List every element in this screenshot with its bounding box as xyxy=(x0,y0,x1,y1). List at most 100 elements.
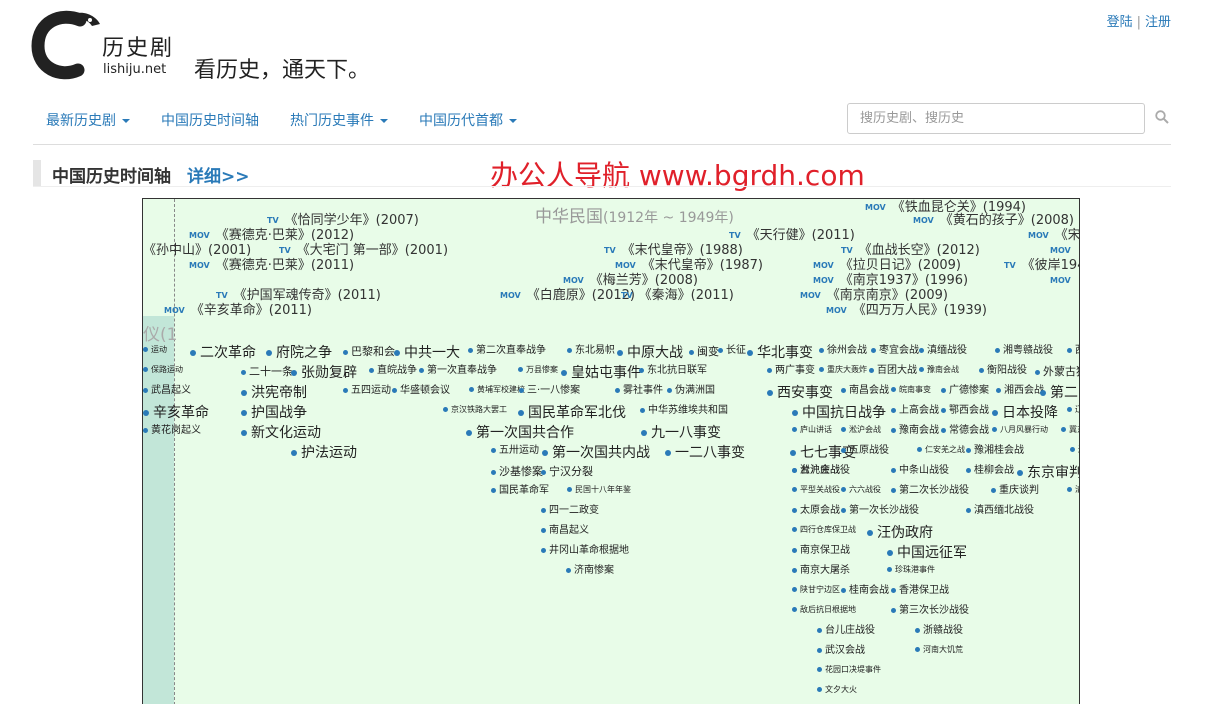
timeline-event[interactable]: 豫南会战 xyxy=(919,365,959,375)
drama-work-item[interactable]: MOV 《四万万人民》(1939) xyxy=(826,303,987,318)
drama-work-item[interactable]: MOV xyxy=(1050,243,1077,258)
search-input[interactable]: 搜历史剧、搜历史 xyxy=(847,103,1145,134)
timeline-event[interactable]: 武昌起义 xyxy=(143,385,191,397)
nav-item-hot-events[interactable]: 热门历史事件 xyxy=(290,110,388,130)
timeline-event[interactable]: 中共一大 xyxy=(394,345,460,361)
drama-work-item[interactable]: TV 《末代皇帝》(1988) xyxy=(604,243,743,258)
timeline-event[interactable]: 五四运动 xyxy=(343,385,391,397)
timeline-event[interactable]: 八月风暴行动 xyxy=(992,425,1048,435)
timeline-event[interactable]: 济南惨案 xyxy=(566,565,614,577)
timeline-event[interactable]: 第二次直奉战争 xyxy=(468,345,546,357)
drama-work-item[interactable]: TV 《秦海》(2011) xyxy=(621,288,734,303)
timeline-event[interactable]: 第一次直奉战争 xyxy=(419,365,497,377)
drama-work-item[interactable]: MOV 《拉贝日记》(2009) xyxy=(813,258,961,273)
timeline-event[interactable]: 花园口决堤事件 xyxy=(817,665,881,675)
timeline-event[interactable]: 桂柳会战 xyxy=(966,465,1014,477)
timeline-event[interactable]: 遍 xyxy=(1070,445,1079,455)
timeline-event[interactable]: 重庆大轰炸 xyxy=(819,365,867,375)
timeline-event[interactable]: 中国抗日战争 xyxy=(792,405,886,421)
timeline-event[interactable]: 河南大饥荒 xyxy=(915,645,963,655)
timeline-event[interactable]: 万县惨案 xyxy=(518,365,558,375)
timeline-event[interactable]: 东北抗日联军 xyxy=(639,365,707,377)
drama-work-item[interactable]: MOV xyxy=(1050,273,1077,288)
timeline-event[interactable]: 西安事变 xyxy=(767,385,833,401)
drama-work-item[interactable]: MOV 《南京1937》(1996) xyxy=(813,273,968,288)
drama-work-item[interactable]: 《孙中山》(2001) xyxy=(143,243,251,258)
timeline-event[interactable]: 第二次长沙战役 xyxy=(891,485,969,497)
timeline-event[interactable]: 直皖战争 xyxy=(369,365,417,377)
timeline-event[interactable]: 国民革命军北伐 xyxy=(518,405,626,421)
timeline-event[interactable]: 东北易帜 xyxy=(567,345,615,357)
drama-work-item[interactable]: TV 《护国军魂传奇》(2011) xyxy=(216,288,381,303)
timeline-event[interactable]: 枣宜会战 xyxy=(871,345,919,357)
timeline-event[interactable]: 中华苏维埃共和国 xyxy=(640,405,728,417)
timeline-event[interactable]: 香港保卫战 xyxy=(891,585,949,597)
drama-work-item[interactable]: MOV 《白鹿原》(2012) xyxy=(500,288,635,303)
section-more-link[interactable]: 详细>> xyxy=(187,162,250,187)
timeline-event[interactable]: 南昌起义 xyxy=(541,525,589,537)
timeline-event[interactable]: 庐山讲话 xyxy=(792,425,832,435)
drama-work-item[interactable]: TV 《恰同学少年》(2007) xyxy=(267,213,419,228)
timeline-event[interactable]: 豫湘桂会战 xyxy=(966,445,1024,457)
timeline-event[interactable]: 上高会战 xyxy=(891,405,939,417)
timeline-event[interactable]: 平型关战役 xyxy=(792,485,840,495)
timeline-event[interactable]: 护法运动 xyxy=(291,445,357,461)
timeline-event[interactable]: 华北事变 xyxy=(747,345,813,361)
drama-work-item[interactable]: MOV 《宋 xyxy=(1028,228,1079,243)
timeline-event[interactable]: 六六战役 xyxy=(841,485,881,495)
drama-work-item[interactable]: MOV 《赛德克·巴莱》(2011) xyxy=(189,258,354,273)
timeline-event[interactable]: 敌后抗日根据地 xyxy=(792,605,856,615)
register-link[interactable]: 注册 xyxy=(1145,15,1171,30)
nav-item-timeline[interactable]: 中国历史时间轴 xyxy=(161,110,259,130)
drama-work-item[interactable]: MOV 《黄石的孩子》(2008) xyxy=(913,213,1074,228)
search-icon[interactable] xyxy=(1155,110,1169,124)
drama-work-item[interactable]: TV 《天行健》(2011) xyxy=(729,228,855,243)
timeline-event[interactable]: 第三次长沙战役 xyxy=(891,605,969,617)
timeline-event[interactable]: 浙赣战役 xyxy=(915,625,963,637)
timeline-event[interactable]: 台儿庄战役 xyxy=(792,465,850,477)
timeline-event[interactable]: 西 xyxy=(1067,345,1079,357)
timeline-event[interactable]: 汪伪政府 xyxy=(867,525,933,541)
timeline-event[interactable]: 二十一条 xyxy=(241,365,293,378)
timeline-event[interactable]: 太原会战 xyxy=(792,505,840,517)
timeline-event[interactable]: 辽 xyxy=(1067,405,1079,415)
timeline-event[interactable]: 巴黎和会 xyxy=(343,345,395,358)
timeline-event[interactable]: 保路运动 xyxy=(143,365,183,375)
timeline-event[interactable]: 中原大战 xyxy=(617,345,683,361)
timeline-event[interactable]: 井冈山革命根据地 xyxy=(541,545,629,557)
timeline-event[interactable]: 第一次长沙战役 xyxy=(841,505,919,517)
timeline-event[interactable]: 辛亥革命 xyxy=(143,405,209,421)
timeline-event[interactable]: 五卅运动 xyxy=(491,445,539,457)
drama-work-item[interactable]: TV 《血战长空》(2012) xyxy=(841,243,980,258)
timeline-event[interactable]: 护国战争 xyxy=(241,405,307,421)
drama-work-item[interactable]: MOV 《辛亥革命》(2011) xyxy=(164,303,312,318)
timeline-event[interactable]: 第一次国共合作 xyxy=(466,425,574,441)
timeline-event[interactable]: 三·一八惨案 xyxy=(519,385,580,397)
drama-work-item[interactable]: MOV 《梅兰芳》(2008) xyxy=(563,273,698,288)
timeline-event[interactable]: 鄂西会战 xyxy=(941,405,989,417)
timeline-event[interactable]: 第二 xyxy=(1040,385,1078,401)
timeline-event[interactable]: 闽变 xyxy=(689,345,719,358)
timeline-event[interactable]: 民国十八年年鉴 xyxy=(567,485,631,495)
timeline-event[interactable]: 台儿庄战役 xyxy=(817,625,875,637)
timeline-event[interactable]: 京汉铁路大罢工 xyxy=(443,405,507,415)
timeline-event[interactable]: 宁汉分裂 xyxy=(541,465,593,478)
timeline-event[interactable]: 湘粤赣战役 xyxy=(995,345,1053,357)
timeline-event[interactable]: 百团大战 xyxy=(869,365,917,377)
timeline-event[interactable]: 张勋复辟 xyxy=(291,365,357,381)
timeline-event[interactable]: 四行仓库保卫战 xyxy=(792,525,856,535)
timeline-event[interactable]: 九一八事变 xyxy=(641,425,721,441)
timeline-event[interactable]: 中条山战役 xyxy=(891,465,949,477)
timeline-event[interactable]: 淞沪会战 xyxy=(841,425,881,435)
timeline-event[interactable]: 滇西缅北战役 xyxy=(966,505,1034,517)
timeline-event[interactable]: 皇姑屯事件 xyxy=(561,365,641,381)
logo-icon[interactable] xyxy=(30,8,102,80)
timeline-event[interactable]: 珍珠港事件 xyxy=(887,565,935,575)
timeline-event[interactable]: 南京大屠杀 xyxy=(792,565,850,577)
timeline-event[interactable]: 第一次国共内战 xyxy=(542,445,650,461)
timeline-event[interactable]: 华盛顿会议 xyxy=(392,385,450,397)
timeline-event[interactable]: 冀东 xyxy=(1061,425,1079,435)
timeline-event[interactable]: 皖南事变 xyxy=(891,385,931,395)
drama-work-item[interactable]: MOV 《南京南京》(2009) xyxy=(800,288,948,303)
timeline-event[interactable]: 文夕大火 xyxy=(817,685,857,695)
